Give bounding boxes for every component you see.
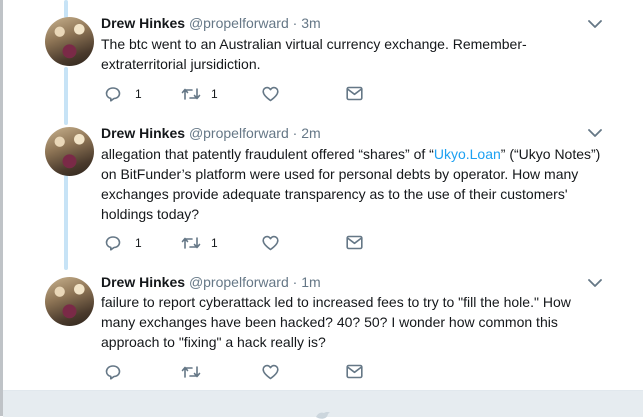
direct-message-button[interactable] <box>346 235 363 250</box>
retweet-icon <box>181 366 201 378</box>
twitter-bird-icon <box>316 412 330 419</box>
retweet-count: 1 <box>211 236 218 250</box>
retweet-icon <box>181 237 201 249</box>
separator-dot: · <box>292 15 298 31</box>
dm-icon <box>346 86 363 101</box>
retweet-count: 1 <box>211 87 218 101</box>
tweet-actions: 1 1 <box>101 86 401 106</box>
tweet-header: Drew Hinkes @propelforward · 3m <box>101 15 321 31</box>
timeline-footer <box>3 390 643 419</box>
author-name[interactable]: Drew Hinkes <box>101 15 185 31</box>
tweet[interactable]: Drew Hinkes @propelforward · 3m The btc … <box>3 0 643 115</box>
like-icon <box>262 235 279 251</box>
avatar[interactable] <box>45 17 94 66</box>
reply-icon <box>105 236 121 251</box>
like-button[interactable] <box>262 235 279 251</box>
reply-count: 1 <box>135 87 142 101</box>
retweet-button[interactable]: 1 <box>181 235 218 251</box>
retweet-icon <box>181 88 201 100</box>
tweet-header: Drew Hinkes @propelforward · 1m <box>101 274 321 290</box>
separator-dot: · <box>292 125 298 141</box>
tweet[interactable]: Drew Hinkes @propelforward · 1m failure … <box>3 265 643 390</box>
tweet-text: allegation that patently fraudulent offe… <box>101 144 606 224</box>
like-icon <box>262 364 279 380</box>
direct-message-button[interactable] <box>346 364 363 379</box>
author-name[interactable]: Drew Hinkes <box>101 125 185 141</box>
author-handle[interactable]: @propelforward <box>189 274 289 290</box>
author-handle[interactable]: @propelforward <box>189 125 289 141</box>
reply-count: 1 <box>135 236 142 250</box>
tweet[interactable]: Drew Hinkes @propelforward · 2m allegati… <box>3 115 643 265</box>
reply-icon <box>105 365 121 380</box>
tweet-text: failure to report cyberattack led to inc… <box>101 294 571 350</box>
chevron-down-icon[interactable] <box>588 278 602 288</box>
reply-button[interactable]: 1 <box>105 86 142 102</box>
reply-button[interactable]: 1 <box>105 235 142 251</box>
tweet-header: Drew Hinkes @propelforward · 2m <box>101 125 321 141</box>
dm-icon <box>346 364 363 379</box>
avatar[interactable] <box>45 277 94 326</box>
retweet-button[interactable]: 1 <box>181 86 218 102</box>
chevron-down-icon[interactable] <box>588 128 602 138</box>
tweet-text: The btc went to an Australian virtual cu… <box>101 36 527 72</box>
direct-message-button[interactable] <box>346 86 363 101</box>
separator-dot: · <box>292 274 298 290</box>
like-button[interactable] <box>262 86 279 102</box>
chevron-down-icon[interactable] <box>588 19 602 29</box>
tweet-timestamp[interactable]: 3m <box>301 15 320 31</box>
tweet-actions <box>101 364 401 384</box>
tweet-text-part: allegation that patently fraudulent offe… <box>101 146 434 162</box>
tweet-actions: 1 1 <box>101 235 401 255</box>
like-icon <box>262 86 279 102</box>
like-button[interactable] <box>262 364 279 380</box>
author-name[interactable]: Drew Hinkes <box>101 274 185 290</box>
dm-icon <box>346 235 363 250</box>
retweet-button[interactable] <box>181 364 201 380</box>
tweet-timestamp[interactable]: 2m <box>301 125 320 141</box>
reply-button[interactable] <box>105 364 121 380</box>
link-ukyo-loan[interactable]: Ukyo.Loan <box>434 146 501 162</box>
reply-icon <box>105 87 121 102</box>
author-handle[interactable]: @propelforward <box>189 15 289 31</box>
tweet-timestamp[interactable]: 1m <box>301 274 320 290</box>
avatar[interactable] <box>45 127 94 176</box>
conversation-thread: Drew Hinkes @propelforward · 3m The btc … <box>0 0 643 390</box>
